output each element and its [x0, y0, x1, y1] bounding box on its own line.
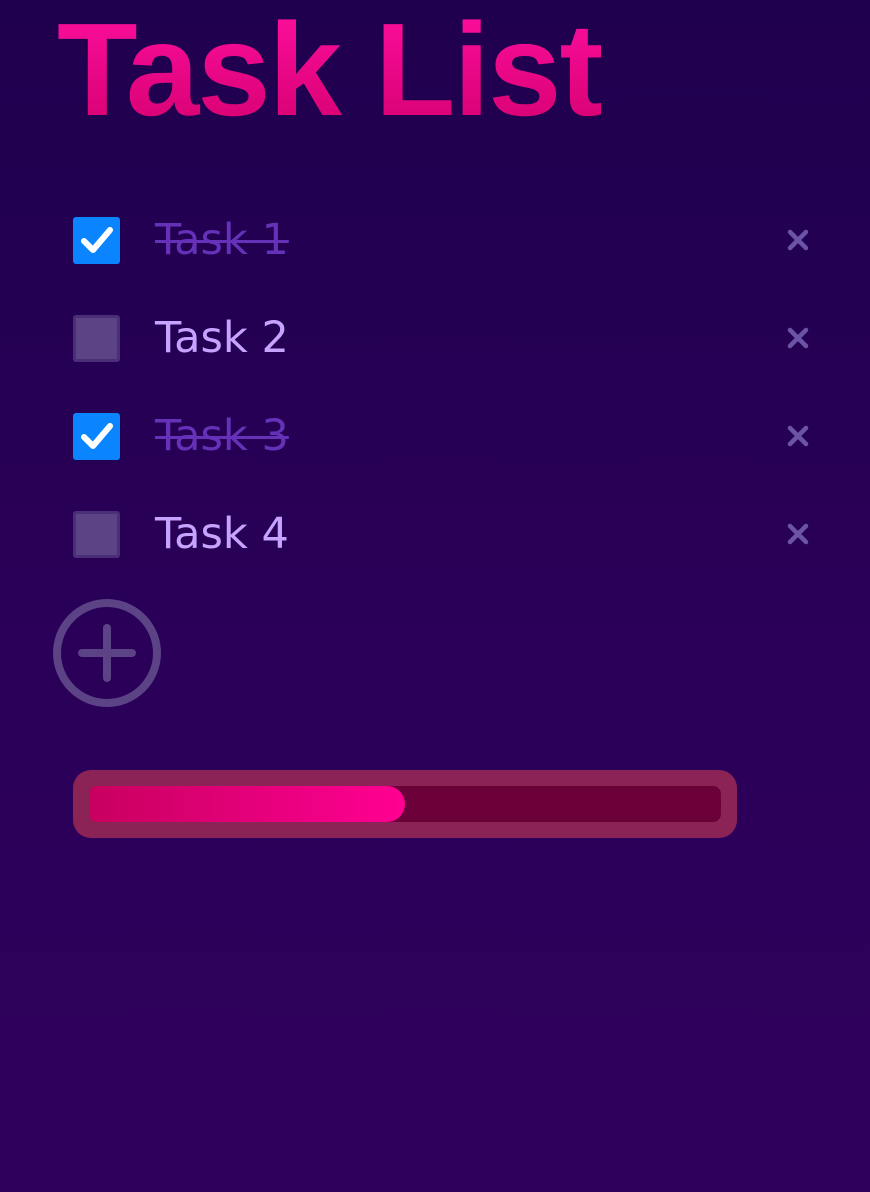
page-title: Task List [57, 0, 603, 143]
task-checkbox[interactable] [73, 216, 120, 264]
task-list: Task 1 Task 2 Task 3 Task 4 [73, 191, 818, 583]
delete-task-button[interactable] [783, 519, 813, 549]
add-task-button[interactable] [52, 598, 162, 708]
task-label: Task 4 [155, 509, 289, 559]
close-icon [787, 327, 809, 349]
task-row: Task 1 [73, 191, 818, 289]
task-row: Task 4 [73, 485, 818, 583]
task-label: Task 2 [155, 313, 289, 363]
task-row: Task 3 [73, 387, 818, 485]
task-checkbox[interactable] [73, 412, 120, 460]
progress-bar-track [89, 786, 721, 822]
task-row: Task 2 [73, 289, 818, 387]
close-icon [787, 425, 809, 447]
task-label: Task 1 [155, 215, 289, 265]
progress-bar [73, 770, 737, 838]
task-checkbox[interactable] [73, 510, 120, 558]
task-label: Task 3 [155, 411, 289, 461]
delete-task-button[interactable] [783, 421, 813, 451]
delete-task-button[interactable] [783, 323, 813, 353]
plus-circle-icon [53, 599, 161, 707]
task-checkbox[interactable] [73, 314, 120, 362]
close-icon [787, 229, 809, 251]
progress-bar-fill [89, 786, 405, 822]
close-icon [787, 523, 809, 545]
checkmark-icon [80, 227, 113, 253]
checkmark-icon [80, 423, 113, 449]
delete-task-button[interactable] [783, 225, 813, 255]
